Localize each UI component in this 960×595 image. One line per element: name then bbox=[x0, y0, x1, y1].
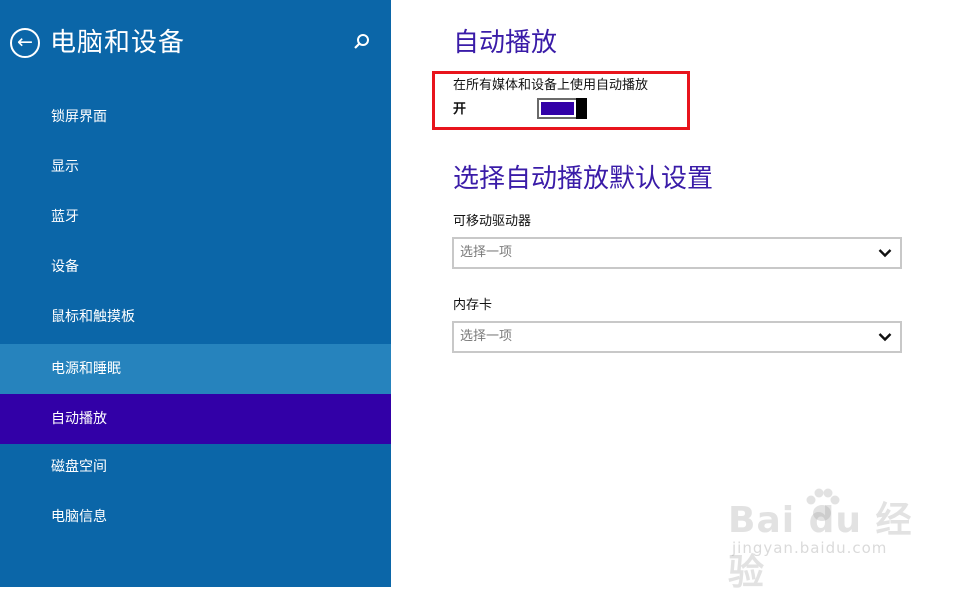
memory-card-label: 内存卡 bbox=[453, 298, 493, 313]
chevron-down-icon bbox=[878, 249, 892, 258]
sidebar-item-lock-screen[interactable]: 锁屏界面 bbox=[0, 92, 391, 142]
sidebar-item-bluetooth[interactable]: 蓝牙 bbox=[0, 192, 391, 242]
memory-card-value: 选择一项 bbox=[460, 329, 513, 344]
toggle-fill bbox=[541, 102, 574, 115]
sidebar-item-autoplay[interactable]: 自动播放 bbox=[0, 394, 391, 444]
chevron-down-icon bbox=[878, 333, 892, 342]
sidebar-item-display[interactable]: 显示 bbox=[0, 142, 391, 192]
sidebar: ← 电脑和设备 锁屏界面 显示 蓝牙 设备 鼠标和触摸板 电源和睡眠 自动播放 … bbox=[0, 0, 391, 587]
paw-icon bbox=[806, 488, 840, 521]
baidu-jingyan-watermark: Bai du 经验 jingyan.baidu.com bbox=[728, 488, 948, 593]
back-arrow-icon[interactable]: ← bbox=[10, 28, 40, 58]
autoplay-setting-label: 在所有媒体和设备上使用自动播放 bbox=[453, 78, 649, 93]
sidebar-item-devices[interactable]: 设备 bbox=[0, 242, 391, 292]
watermark-url: jingyan.baidu.com bbox=[732, 539, 888, 557]
sidebar-item-power-sleep[interactable]: 电源和睡眠 bbox=[0, 344, 391, 394]
watermark-brand: Bai du 经验 bbox=[728, 500, 913, 593]
sidebar-item-mouse-touchpad[interactable]: 鼠标和触摸板 bbox=[0, 292, 391, 342]
removable-drive-label: 可移动驱动器 bbox=[453, 214, 532, 229]
sidebar-item-disk-space[interactable]: 磁盘空间 bbox=[0, 442, 391, 492]
search-icon[interactable] bbox=[352, 32, 372, 52]
autoplay-toggle[interactable] bbox=[537, 98, 587, 119]
main-panel: 自动播放 在所有媒体和设备上使用自动播放 开 选择自动播放默认设置 可移动驱动器… bbox=[391, 0, 960, 593]
autoplay-toggle-state: 开 bbox=[453, 102, 467, 117]
removable-drive-dropdown[interactable]: 选择一项 bbox=[452, 237, 902, 269]
removable-drive-value: 选择一项 bbox=[460, 245, 513, 260]
page-title: 自动播放 bbox=[453, 28, 558, 58]
defaults-section-title: 选择自动播放默认设置 bbox=[453, 164, 714, 194]
toggle-thumb[interactable] bbox=[576, 98, 587, 119]
memory-card-dropdown[interactable]: 选择一项 bbox=[452, 321, 902, 353]
sidebar-title: 电脑和设备 bbox=[50, 28, 186, 58]
sidebar-item-pc-info[interactable]: 电脑信息 bbox=[0, 492, 391, 542]
